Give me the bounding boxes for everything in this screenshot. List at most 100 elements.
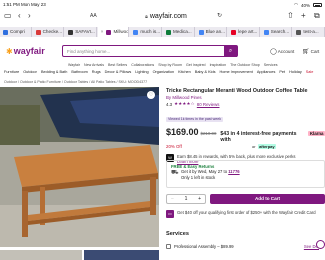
nav-pet[interactable]: Pet: [279, 70, 285, 77]
favicon: [133, 29, 139, 35]
nav-furniture[interactable]: Furniture: [4, 70, 19, 77]
product-brand-link[interactable]: By Millwood Pines: [166, 95, 325, 100]
subnav-item[interactable]: Collaborations: [131, 63, 154, 69]
plus-icon[interactable]: +: [198, 196, 201, 202]
reader-aa-icon[interactable]: AA: [90, 12, 97, 20]
wayfair-logo[interactable]: ✱ wayfair: [6, 46, 45, 56]
subnav-item[interactable]: Shop by Room: [158, 63, 182, 69]
nav-holiday[interactable]: Holiday: [289, 70, 302, 77]
browser-tab[interactable]: much is...: [130, 27, 162, 37]
truck-icon: ⛟: [171, 170, 179, 176]
quantity-stepper[interactable]: − 1 +: [166, 194, 206, 204]
help-chat-button[interactable]: [316, 240, 325, 249]
subnav-item[interactable]: Best Sellers: [108, 63, 127, 69]
assembly-checkbox[interactable]: [166, 243, 171, 249]
rating-stars-icon: ★★★★☆: [174, 101, 195, 107]
subnav-item[interactable]: The Outdoor Shop: [230, 63, 260, 69]
browser-tab[interactable]: Compri: [0, 27, 32, 37]
logo-mark-icon: ✱: [6, 46, 13, 56]
nav-bathroom[interactable]: Bathroom: [71, 70, 87, 77]
favicon: [198, 29, 204, 35]
add-to-cart-row: − 1 + Add to Cart: [166, 194, 325, 205]
category-nav: Furniture Outdoor Bedding & Bath Bathroo…: [0, 70, 325, 77]
favicon: [296, 29, 302, 35]
subnav-item[interactable]: Inspiration: [210, 63, 227, 69]
product-thumbnail[interactable]: [0, 250, 82, 260]
browser-tab[interactable]: Medica...: [163, 27, 195, 37]
browser-tab[interactable]: Search...: [261, 27, 293, 37]
favicon: [35, 29, 41, 35]
back-icon[interactable]: ‹: [18, 12, 21, 20]
browser-tab[interactable]: test-a...: [293, 27, 325, 37]
share-icon[interactable]: ⇧: [287, 12, 294, 20]
nav-sale[interactable]: Sale: [306, 70, 314, 77]
close-tab-icon[interactable]: ×: [101, 27, 104, 37]
account-link[interactable]: ◯ Account: [270, 48, 294, 55]
subnav-item[interactable]: Services: [264, 63, 278, 69]
cart-link[interactable]: 🛒︎ Cart: [302, 48, 319, 55]
shipping-box: FREE & Easy Returns ⛟ Get it by Wed, May…: [166, 160, 325, 188]
favicon: [106, 29, 112, 35]
browser-tab[interactable]: lepe art...: [228, 27, 260, 37]
favicon: [263, 29, 269, 35]
product-info: Tricke Rectangular Meranti Wood Outdoor …: [166, 88, 325, 164]
add-to-cart-button[interactable]: Add to Cart: [210, 194, 325, 204]
status-time: 1:51 PM Mon May 23: [3, 2, 46, 7]
site-header: ✱ wayfair Find anything home... ⌕ ◯ Accoun…: [0, 40, 325, 62]
nav-organization[interactable]: Organization: [153, 70, 175, 77]
browser-toolbar: ▭ ‹ › AA 🔒︎ wayfair.com ↻ ⇧ + ⧉: [0, 9, 325, 25]
product-photo: [0, 87, 159, 247]
nav-bedding-bath[interactable]: Bedding & Bath: [41, 70, 67, 77]
credit-card-promo[interactable]: ▭ Get $40 off your qualifying first orde…: [166, 210, 325, 218]
account-icon: ◯: [270, 49, 277, 55]
afterpay-option[interactable]: or afterpay: [252, 144, 325, 150]
tab-overview-icon[interactable]: ⧉: [314, 12, 320, 20]
promo-text: Get $40 off your qualifying first order …: [177, 210, 316, 215]
subnav-item[interactable]: Wayfair: [68, 63, 80, 69]
new-tab-icon[interactable]: +: [301, 12, 306, 20]
nav-decor[interactable]: Decor & Pillows: [105, 70, 132, 77]
reload-icon[interactable]: ↻: [217, 12, 222, 20]
reviews-link[interactable]: 80 Reviews: [197, 102, 220, 107]
nav-outdoor[interactable]: Outdoor: [23, 70, 37, 77]
status-bar: 1:51 PM Mon May 23 ◠ 40%: [0, 0, 325, 9]
lock-icon: 🔒︎: [145, 14, 148, 20]
browser-tab[interactable]: SAFAVI...: [65, 27, 97, 37]
forward-icon[interactable]: ›: [28, 12, 31, 20]
browser-tab-active[interactable]: ×Millwoo...: [97, 27, 130, 37]
zip-code-link[interactable]: 11776: [228, 169, 239, 174]
search-input[interactable]: Find anything home... ⌕: [62, 45, 238, 57]
browser-tab[interactable]: Blue an...: [196, 27, 228, 37]
favicon: [68, 29, 74, 35]
quantity-value: 1: [184, 196, 188, 202]
tab-strip: Compri Checke... SAFAVI... ×Millwoo... m…: [0, 27, 325, 37]
product-thumbnail[interactable]: [84, 250, 159, 260]
klarna-logo[interactable]: Klarna: [308, 131, 325, 137]
search-placeholder: Find anything home...: [67, 49, 111, 54]
sidebar-toggle-icon[interactable]: ▭: [4, 12, 12, 20]
subnav-item[interactable]: New Arrivals: [84, 63, 104, 69]
product-image[interactable]: ♡: [0, 87, 159, 247]
popularity-badge: Viewed 1k times in the past week: [166, 116, 224, 122]
browser-tab[interactable]: Checke...: [33, 27, 65, 37]
product-title: Tricke Rectangular Meranti Wood Outdoor …: [166, 88, 308, 94]
credit-card-icon: ▭: [166, 210, 174, 218]
nav-baby-kids[interactable]: Baby & Kids: [195, 70, 216, 77]
favorite-heart-icon[interactable]: ♡: [147, 91, 155, 99]
product-rating[interactable]: 4.3 ★★★★☆ 80 Reviews: [166, 101, 325, 107]
sale-price: $169.00: [166, 127, 199, 138]
nav-appliances[interactable]: Appliances: [257, 70, 276, 77]
service-name: Professional Assembly – $89.99: [174, 243, 234, 249]
nav-rugs[interactable]: Rugs: [92, 70, 101, 77]
search-icon: ⌕: [228, 48, 233, 54]
subnav-item[interactable]: Get Inspired: [186, 63, 206, 69]
favicon: [231, 29, 237, 35]
nav-home-improvement[interactable]: Home Improvement: [219, 70, 252, 77]
breadcrumb[interactable]: Outdoor / Outdoor & Patio Furniture / Ou…: [4, 80, 147, 84]
nav-kitchen[interactable]: Kitchen: [178, 70, 191, 77]
nav-lighting[interactable]: Lighting: [135, 70, 148, 77]
service-option[interactable]: Professional Assembly – $89.99 See Det: [166, 242, 325, 250]
minus-icon[interactable]: −: [171, 196, 174, 202]
address-bar[interactable]: 🔒︎ wayfair.com: [124, 12, 208, 22]
search-button[interactable]: ⌕: [224, 46, 237, 57]
